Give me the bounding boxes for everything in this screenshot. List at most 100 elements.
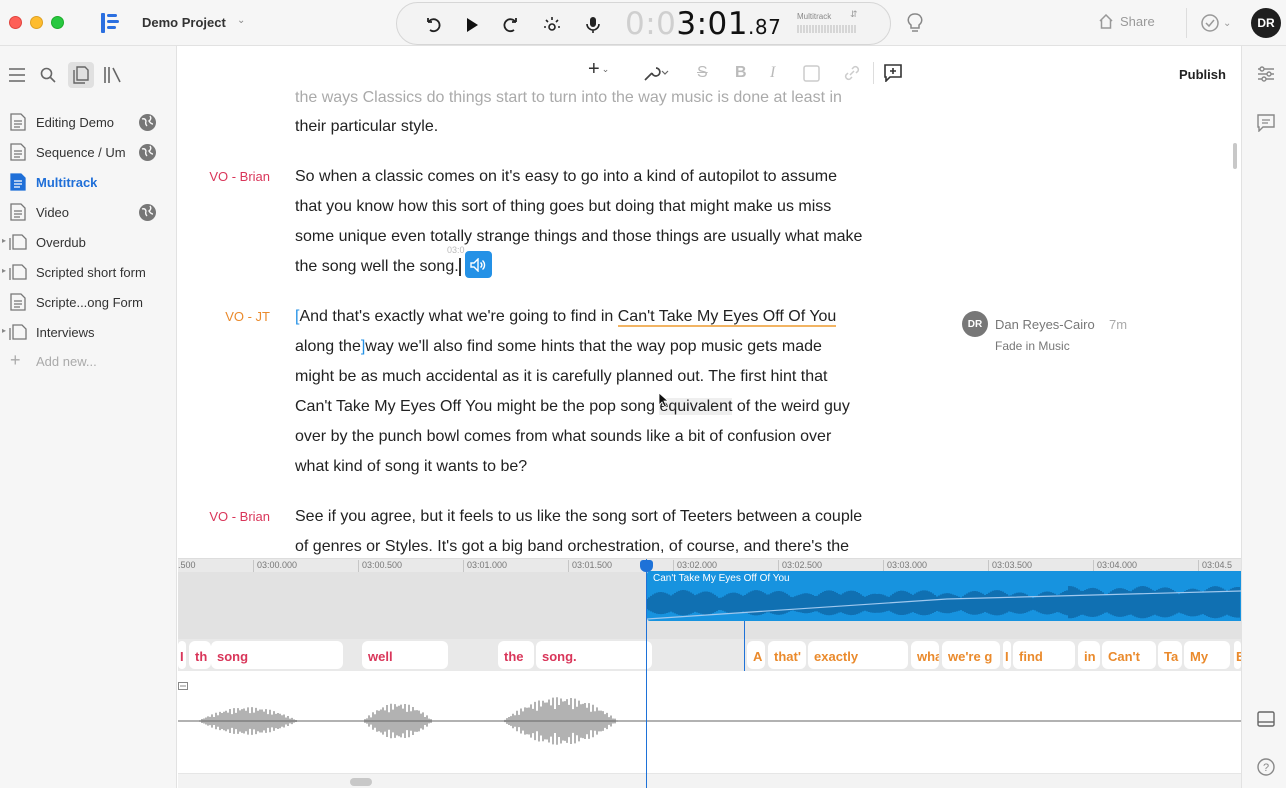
lightbulb-icon[interactable] [905,12,925,34]
horizontal-scrollbar[interactable] [178,773,1241,788]
hamburger-menu-icon[interactable] [6,64,28,86]
wrench-icon[interactable] [643,64,669,82]
close-window-button[interactable] [9,16,22,29]
search-icon[interactable] [37,64,59,86]
share-button[interactable]: Share [1098,14,1155,29]
chevron-down-icon[interactable]: ⌄ [237,15,245,26]
playhead-handle[interactable] [640,560,653,572]
sidebar-item[interactable]: Video [0,200,177,224]
add-new-button[interactable]: + Add new... [0,349,177,373]
undo-rewind-icon[interactable] [423,15,443,35]
sidebar-item[interactable]: Sequence / Um [0,140,177,164]
expand-caret-icon[interactable]: ▸ [2,326,6,335]
vertical-scrollbar[interactable] [1233,143,1237,169]
metronome-icon[interactable] [542,15,562,35]
speaker-label[interactable]: VO - Brian [180,509,270,524]
paragraph-vo-jt[interactable]: [And that's exactly what we're going to … [295,302,885,482]
word-chip[interactable]: I [1003,641,1011,669]
bold-icon[interactable]: B [735,64,747,82]
sidebar-item[interactable]: Multitrack [0,170,177,194]
word-chip[interactable]: Ta [1158,641,1182,669]
text-line[interactable]: might be as much accidental as it is car… [295,362,885,392]
text-line[interactable]: Can't Take My Eyes Off You might be the … [295,392,885,422]
help-icon[interactable]: ? [1256,757,1276,777]
music-clip[interactable]: Can't Take My Eyes Off Of You [647,571,1241,621]
expand-caret-icon[interactable]: ▸ [2,266,6,275]
word-chip[interactable]: song. [536,641,652,669]
voice-track-lane[interactable] [178,671,1241,773]
faded-text-line[interactable]: the ways Classics do things start to tur… [295,83,895,113]
publish-button[interactable]: Publish [1179,67,1226,82]
text-line[interactable]: See if you agree, but it feels to us lik… [295,502,895,532]
text-line[interactable]: that you know how this sort of thing goe… [295,192,885,222]
italic-icon[interactable]: I [770,64,775,82]
word-chip[interactable]: song [211,641,343,669]
track-menu-icon[interactable] [178,677,188,695]
hovered-word[interactable]: equivalent [659,398,733,415]
speaker-label[interactable]: VO - JT [180,309,270,324]
status-check-button[interactable]: ⌄ [1200,12,1232,34]
word-chip[interactable]: well [362,641,448,669]
speaker-label[interactable]: VO - Brian [180,169,270,184]
library-icon[interactable] [102,64,124,86]
globe-icon[interactable] [138,143,157,162]
text-line[interactable]: along the]way we'll also find some hints… [295,332,885,362]
highlight-icon[interactable] [803,64,820,82]
commented-text[interactable]: Can't Take My Eyes Off Of You [617,308,837,327]
text-line[interactable]: So when a classic comes on it's easy to … [295,162,885,192]
text-segment[interactable]: the song well the song. [295,258,459,275]
sidebar-item[interactable]: ▸ Interviews [0,320,177,344]
text-line[interactable]: the song well the song. [295,251,885,282]
volume-envelope-line[interactable] [647,590,1241,620]
minimize-window-button[interactable] [30,16,43,29]
sliders-settings-icon[interactable] [1256,64,1276,84]
skip-forward-icon[interactable] [501,15,521,35]
word-chip[interactable]: the [498,641,534,669]
paragraph-vo-brian[interactable]: So when a classic comes on it's easy to … [295,162,885,282]
word-chip[interactable]: Can't [1102,641,1156,669]
word-chip[interactable]: th [189,641,211,669]
panel-toggle-icon[interactable] [1256,709,1276,729]
sidebar-item[interactable]: Scripte...ong Form [0,290,177,314]
word-chip[interactable]: I [178,641,186,669]
scroll-thumb[interactable] [350,778,372,786]
word-chip[interactable]: A [747,641,765,669]
play-icon[interactable] [462,15,482,35]
document-editor[interactable]: + ⌄ S B I Publish the ways Classics do th… [178,46,1241,558]
comments-panel-icon[interactable] [1256,113,1276,133]
word-chip[interactable]: we're g [942,641,1000,669]
sidebar-item[interactable]: Editing Demo [0,110,177,134]
selector-arrows-icon[interactable]: ⇵ [850,9,858,20]
add-plus-icon[interactable]: + ⌄ [588,58,609,80]
text-line[interactable]: [And that's exactly what we're going to … [295,302,885,332]
text-line[interactable]: some unique even totally strange things … [295,222,885,252]
expand-caret-icon[interactable]: ▸ [2,236,6,245]
microphone-icon[interactable] [583,15,603,35]
sidebar-item[interactable]: ▸ Scripted short form [0,260,177,284]
word-chip[interactable]: wha [911,641,939,669]
speaker-audio-button[interactable] [464,251,492,279]
globe-icon[interactable] [138,203,157,222]
word-chip[interactable]: E [1234,641,1241,669]
user-avatar[interactable]: DR [1251,8,1281,38]
paragraph-text[interactable]: their particular style. [295,112,885,142]
playhead[interactable] [646,559,647,788]
paragraph-vo-brian-2[interactable]: See if you agree, but it feels to us lik… [295,502,895,558]
strikethrough-icon[interactable]: S [697,64,708,82]
globe-icon[interactable] [138,113,157,132]
project-name[interactable]: Demo Project [142,15,226,30]
text-line[interactable]: what kind of song it wants to be? [295,452,885,482]
link-icon[interactable] [843,64,861,82]
word-chip[interactable]: find [1013,641,1075,669]
word-chip[interactable]: that' [768,641,806,669]
word-chip[interactable]: exactly [808,641,908,669]
word-track[interactable]: Ith song well the song. Athat' exactly wha we're… [178,639,1241,671]
add-comment-icon[interactable] [884,64,902,82]
text-line[interactable]: of genres or Styles. It's got a big band… [295,532,895,558]
timeline-editor[interactable]: .500 03:00.000 03:00.500 03:01.000 03:01.500… [178,558,1241,788]
sidebar-item[interactable]: ▸ Overdub [0,230,177,254]
documents-icon[interactable] [68,62,94,88]
track-selector[interactable]: Multitrack [797,12,831,21]
word-chip[interactable]: My [1184,641,1230,669]
word-chip[interactable]: in [1078,641,1100,669]
